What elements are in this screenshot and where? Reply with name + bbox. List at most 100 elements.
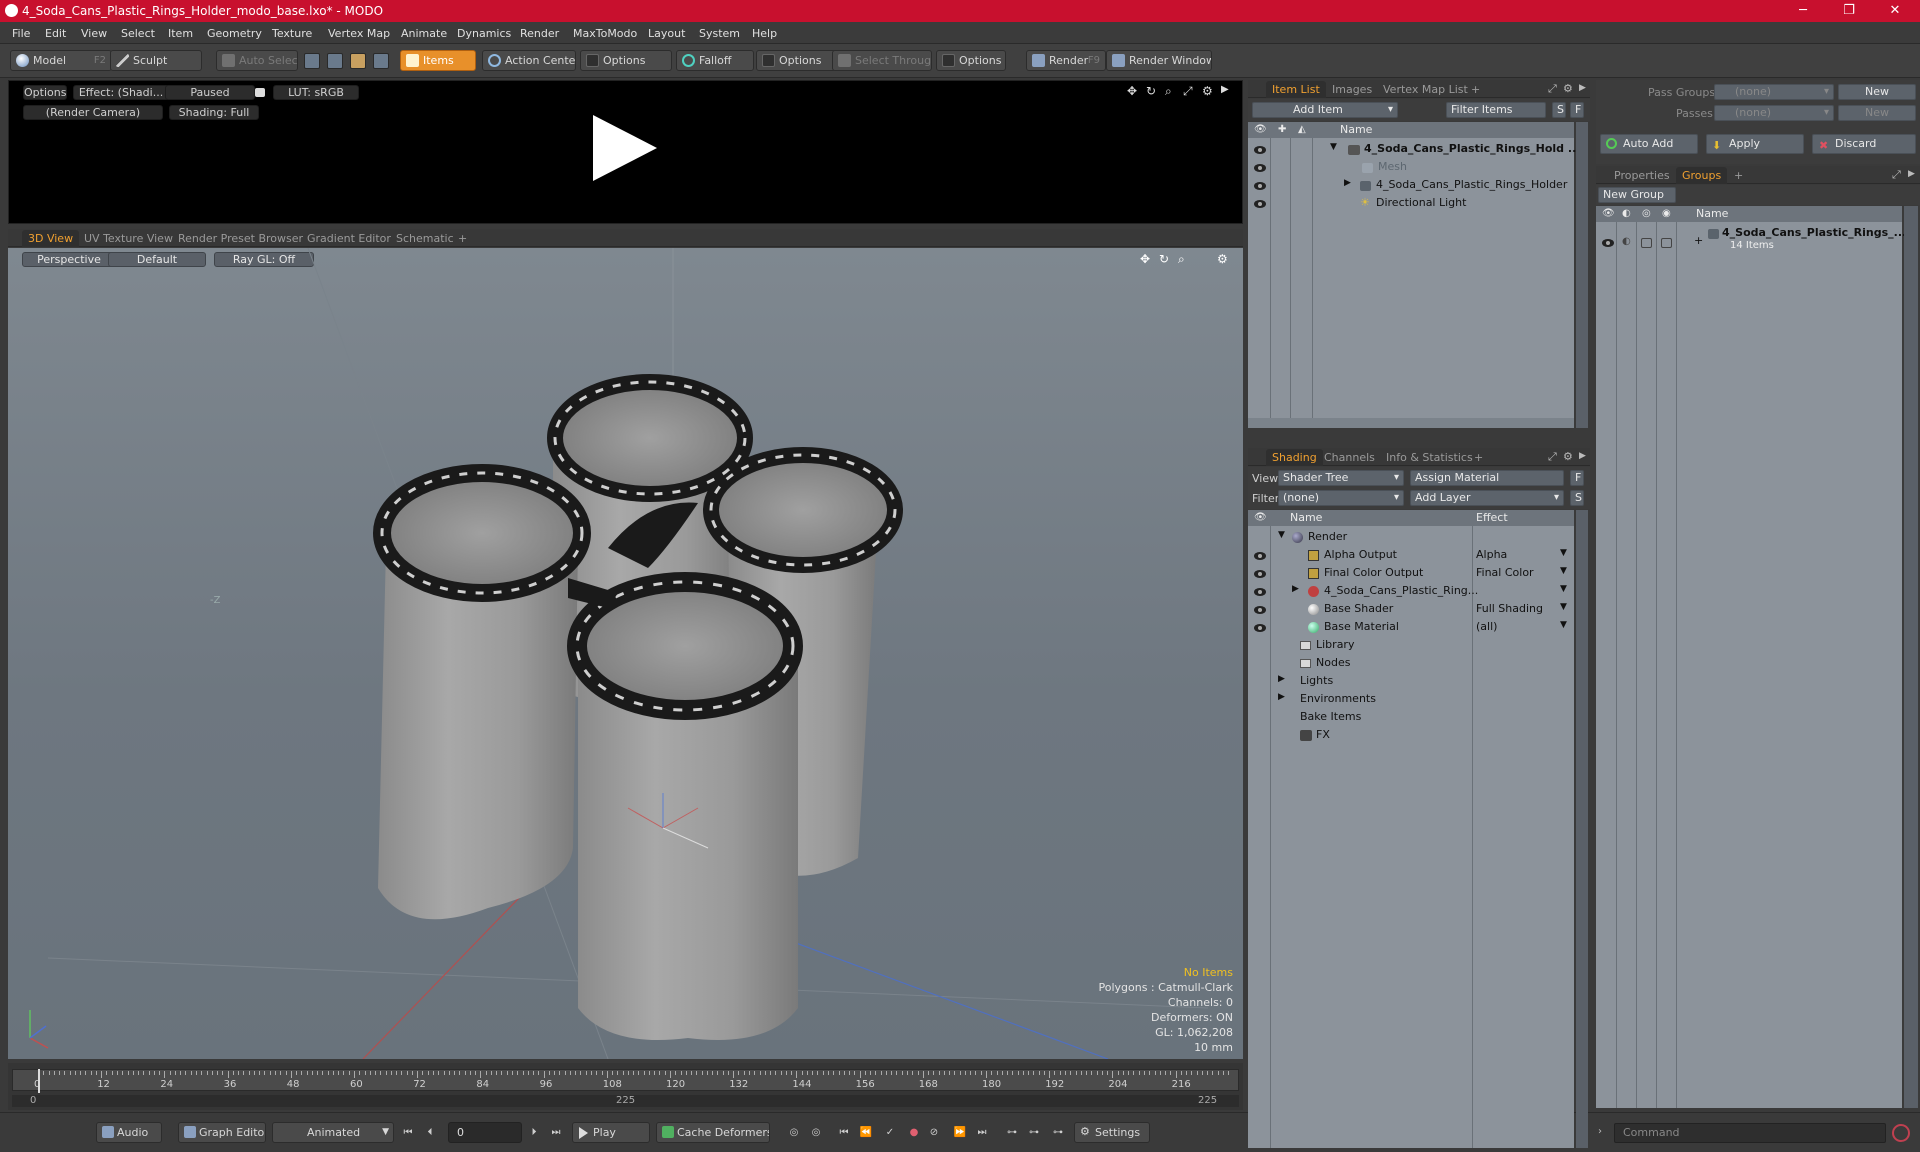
eye-icon[interactable] — [1254, 200, 1266, 208]
move-icon[interactable]: ✥ — [1127, 84, 1137, 98]
expand-icon[interactable]: + — [1694, 234, 1703, 247]
tab-render-preset-browser[interactable]: Render Preset Browser — [178, 232, 303, 245]
menu-maxtomodo[interactable]: MaxToModo — [573, 27, 637, 40]
group-row[interactable]: ◐ + 4_Soda_Cans_Plastic_Rings_... 14 Ite… — [1596, 226, 1906, 260]
chevron-down-icon[interactable]: ▼ — [1560, 566, 1567, 576]
settings-button[interactable]: ⚙ Settings — [1074, 1122, 1150, 1143]
expand-icon[interactable]: ▶ — [1278, 674, 1285, 684]
tab-images[interactable]: Images — [1332, 83, 1372, 96]
menu-file[interactable]: File — [12, 27, 30, 40]
shader-row-environments[interactable]: ▶ Environments — [1248, 691, 1574, 709]
select-options-button[interactable]: Options — [936, 50, 1006, 71]
render-toggle-icon[interactable]: ◐ — [1622, 236, 1631, 247]
tab-properties[interactable]: Properties — [1614, 169, 1670, 182]
preview-camera-dropdown[interactable]: (Render Camera) — [23, 105, 163, 120]
menu-view[interactable]: View — [81, 27, 107, 40]
lock-toggle-icon[interactable] — [1641, 238, 1652, 248]
preview-shading-dropdown[interactable]: Shading: Full — [169, 105, 259, 120]
prev-key2-icon[interactable]: ⏪ — [858, 1125, 874, 1141]
eye-icon[interactable] — [1602, 239, 1614, 247]
menu-system[interactable]: System — [699, 27, 740, 40]
item-list-vscroll[interactable] — [1576, 122, 1588, 428]
cache-deformers-button[interactable]: Cache Deformers — [656, 1122, 770, 1143]
collapse-icon[interactable]: ▼ — [1278, 530, 1285, 540]
passes-dropdown[interactable]: (none) — [1714, 105, 1834, 121]
eye-icon[interactable] — [1254, 570, 1266, 578]
auto-select-button[interactable]: Auto Select — [216, 50, 298, 71]
tab-vertex-map-list[interactable]: Vertex Map List — [1383, 83, 1468, 96]
command-history-icon[interactable] — [1892, 1124, 1910, 1142]
next-key-icon[interactable]: ⏩ — [952, 1125, 968, 1141]
discard-button[interactable]: ✖ Discard — [1812, 134, 1916, 154]
add-layer-dropdown[interactable]: Add Layer — [1410, 490, 1564, 506]
item-list-s-button[interactable]: S — [1552, 102, 1566, 118]
skip-start-icon[interactable]: ⏮ — [400, 1125, 416, 1141]
shader-row-alpha-output[interactable]: Alpha Output Alpha ▼ — [1248, 547, 1574, 565]
panel-arrow-icon[interactable]: ▶ — [1579, 451, 1586, 461]
tab-schematic[interactable]: Schematic — [396, 232, 454, 245]
shader-name-col[interactable]: Name — [1290, 510, 1322, 526]
select-through-button[interactable]: Select Through — [832, 50, 932, 71]
shader-row-bake-items[interactable]: Bake Items — [1248, 709, 1574, 727]
set-key-icon[interactable]: ✓ — [882, 1125, 898, 1141]
item-row[interactable]: ▼ 4_Soda_Cans_Plastic_Rings_Hold ... — [1248, 141, 1580, 159]
minimize-button[interactable]: ─ — [1780, 0, 1826, 22]
filter-items-input[interactable]: Filter Items — [1446, 102, 1546, 118]
item-row[interactable]: ▶ 4_Soda_Cans_Plastic_Rings_Holder — [1248, 177, 1574, 195]
expand-icon[interactable]: ▶ — [1292, 584, 1299, 594]
audio-button[interactable]: Audio — [96, 1122, 162, 1143]
falloff-options-button[interactable]: Options — [756, 50, 836, 71]
preview-lut-dropdown[interactable]: LUT: sRGB — [273, 85, 359, 100]
panel-expand-icon[interactable]: ⤢ — [1548, 450, 1557, 464]
preview-paused-button[interactable]: Paused — [165, 85, 255, 100]
tab-item-list-add[interactable]: + — [1471, 83, 1480, 96]
tab-add[interactable]: + — [458, 232, 467, 245]
tab-shading-add[interactable]: + — [1474, 451, 1483, 464]
item-list-hscroll[interactable] — [1248, 418, 1574, 428]
menu-vertex-map[interactable]: Vertex Map — [328, 27, 390, 40]
autokey-icon[interactable]: ◎ — [808, 1125, 824, 1141]
apply-button[interactable]: ⬇ Apply — [1706, 134, 1804, 154]
expand-icon[interactable]: ▶ — [1278, 692, 1285, 702]
polygon-mode-icon[interactable] — [350, 53, 366, 69]
eye-icon[interactable] — [1254, 146, 1266, 154]
shader-row-render[interactable]: ▼ Render — [1248, 529, 1574, 547]
shader-row-material-group[interactable]: ▶ 4_Soda_Cans_Plastic_Ring... ▼ — [1248, 583, 1574, 601]
gear-icon[interactable]: ⚙ — [1202, 84, 1213, 98]
step-back-icon[interactable]: ⏴ — [422, 1125, 438, 1141]
panel-gear-icon[interactable]: ⚙ — [1563, 450, 1573, 463]
playhead[interactable] — [38, 1069, 40, 1093]
tab-groups[interactable]: Groups — [1676, 167, 1728, 184]
menu-edit[interactable]: Edit — [45, 27, 66, 40]
menu-item[interactable]: Item — [168, 27, 193, 40]
shader-row-library[interactable]: Library — [1248, 637, 1574, 655]
action-center-options-button[interactable]: Options — [580, 50, 672, 71]
preview-options-button[interactable]: Options — [23, 85, 67, 100]
shader-row-nodes[interactable]: Nodes — [1248, 655, 1574, 673]
menu-animate[interactable]: Animate — [401, 27, 447, 40]
item-row[interactable]: Mesh — [1248, 159, 1574, 177]
menu-layout[interactable]: Layout — [648, 27, 685, 40]
close-button[interactable]: ✕ — [1872, 0, 1918, 22]
new-group-button[interactable]: New Group — [1598, 187, 1676, 203]
menu-geometry[interactable]: Geometry — [207, 27, 262, 40]
panel-gear-icon[interactable]: ⚙ — [1563, 82, 1573, 95]
lock-icon[interactable] — [255, 88, 265, 97]
item-list-f-button[interactable]: F — [1570, 102, 1584, 118]
shader-row-base-material[interactable]: Base Material (all) ▼ — [1248, 619, 1574, 637]
render-button[interactable]: Render F9 — [1026, 50, 1106, 71]
chevron-down-icon[interactable]: ▼ — [1560, 584, 1567, 594]
new-pass-button[interactable]: New — [1838, 105, 1916, 121]
tab-item-list[interactable]: Item List — [1266, 81, 1326, 98]
select-toggle-icon[interactable] — [1661, 238, 1672, 248]
edge-mode-icon[interactable] — [327, 53, 343, 69]
chevron-down-icon[interactable]: ▼ — [1560, 548, 1567, 558]
maximize-button[interactable]: ❐ — [1826, 0, 1872, 22]
tab-shading[interactable]: Shading — [1266, 449, 1323, 466]
next-key2-icon[interactable]: ⏭ — [974, 1125, 990, 1141]
panel-expand-icon[interactable]: ⤢ — [1548, 82, 1557, 96]
groups-vscroll[interactable] — [1904, 206, 1918, 1108]
menu-dynamics[interactable]: Dynamics — [457, 27, 511, 40]
render-window-button[interactable]: Render Window — [1106, 50, 1212, 71]
pass-groups-dropdown[interactable]: (none) — [1714, 84, 1834, 100]
